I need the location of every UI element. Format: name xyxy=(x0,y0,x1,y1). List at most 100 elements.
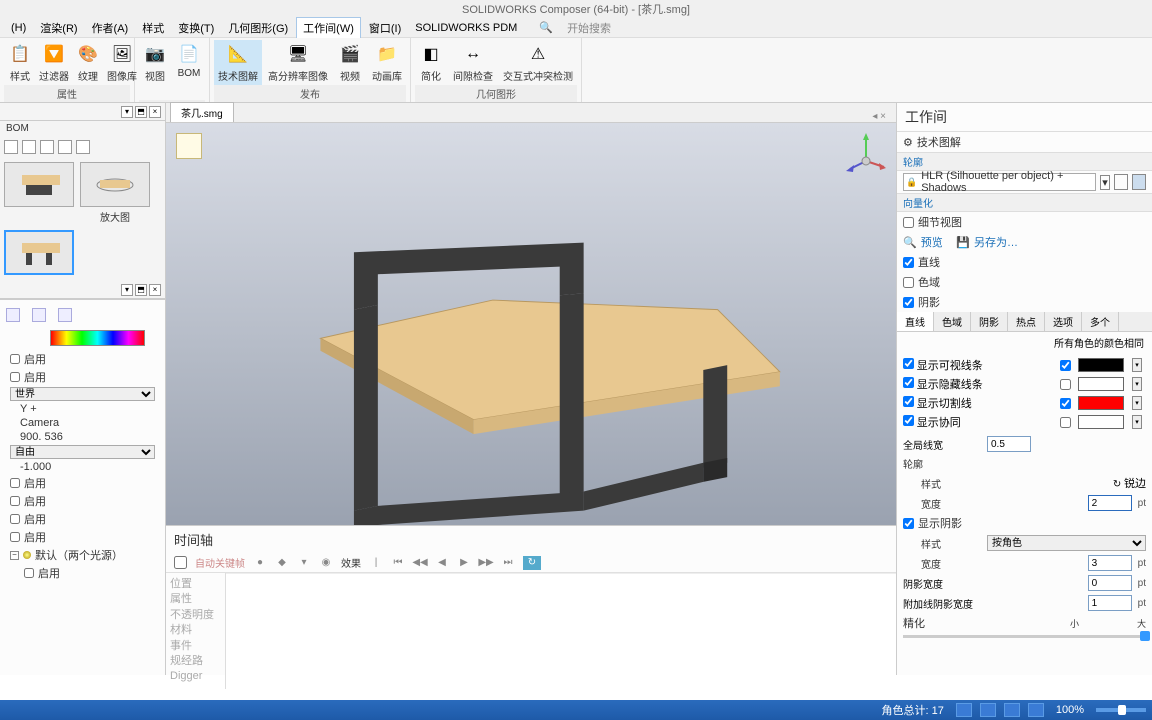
thumb-3[interactable] xyxy=(4,230,74,277)
col3[interactable] xyxy=(1078,396,1124,410)
tab-line[interactable]: 直线 xyxy=(897,312,934,331)
global-width-input[interactable] xyxy=(987,436,1031,452)
chk-c1[interactable] xyxy=(903,257,914,268)
chk-en2[interactable] xyxy=(10,372,20,382)
rb-video[interactable]: 🎬视频 xyxy=(334,40,366,85)
pin2-icon[interactable]: ▾ xyxy=(121,284,133,296)
chk-en1[interactable] xyxy=(10,354,20,364)
menu-geometry[interactable]: 几何图形(G) xyxy=(222,18,294,38)
status-zoom[interactable]: 100% xyxy=(1052,704,1088,716)
rb-style[interactable]: 📋样式 xyxy=(4,40,36,85)
sc4[interactable] xyxy=(1060,417,1071,428)
rb-collision[interactable]: ⚠交互式冲突检测 xyxy=(499,40,577,85)
rb-tech[interactable]: 📐技术图解 xyxy=(214,40,262,85)
col2[interactable] xyxy=(1078,377,1124,391)
thumb-1[interactable] xyxy=(4,162,74,224)
viewport[interactable] xyxy=(166,123,896,525)
tbtn2[interactable] xyxy=(22,140,36,154)
unpin-icon[interactable]: ⬒ xyxy=(135,106,147,118)
chk-g3[interactable] xyxy=(903,396,914,407)
style2-sel[interactable]: 按角色 xyxy=(987,535,1146,551)
chk-c3[interactable] xyxy=(903,297,914,308)
chk-ssh[interactable] xyxy=(903,518,914,529)
chk-g2[interactable] xyxy=(903,377,914,388)
sel-world[interactable]: 世界 xyxy=(10,387,155,401)
search-placeholder[interactable]: 开始搜索 xyxy=(561,18,617,38)
tl-b2[interactable]: ◆ xyxy=(275,556,289,570)
refine-slider[interactable] xyxy=(903,635,1146,638)
ck2[interactable] xyxy=(10,496,20,506)
sel-free[interactable]: 自由 xyxy=(10,445,155,459)
menu-window[interactable]: 窗口(I) xyxy=(363,18,407,38)
dd4[interactable]: ▾ xyxy=(1132,415,1142,429)
tab-color[interactable]: 色域 xyxy=(934,312,971,331)
zoom-slider[interactable] xyxy=(1096,708,1146,712)
ck1[interactable] xyxy=(10,478,20,488)
rb-filter[interactable]: 🔽过滤器 xyxy=(38,40,70,85)
tab-more[interactable]: 多个 xyxy=(1082,312,1119,331)
rb-hires[interactable]: 🖥高分辨率图像 xyxy=(264,40,332,85)
rb-clearance[interactable]: ↔间隙检查 xyxy=(449,40,497,85)
tab-shadow[interactable]: 阴影 xyxy=(971,312,1008,331)
ck4[interactable] xyxy=(10,532,20,542)
tl-loop[interactable]: ↻ xyxy=(523,556,541,570)
sc3[interactable] xyxy=(1060,398,1071,409)
chk-g1[interactable] xyxy=(903,358,914,369)
sb-i2[interactable] xyxy=(980,703,996,717)
sb-i3[interactable] xyxy=(1004,703,1020,717)
dd3[interactable]: ▾ xyxy=(1132,396,1142,410)
search-icon[interactable]: 🔍 xyxy=(533,19,559,36)
tbtn3[interactable] xyxy=(40,140,54,154)
width-input[interactable] xyxy=(1088,495,1132,511)
close-icon[interactable]: × xyxy=(149,106,161,118)
tl-last[interactable]: ⏭ xyxy=(501,556,515,570)
doc-close-icon[interactable]: ◂ × xyxy=(872,111,892,122)
rb-view[interactable]: 📷视图 xyxy=(139,40,171,100)
tab-hot[interactable]: 热点 xyxy=(1008,312,1045,331)
rb-animlib[interactable]: 📁动画库 xyxy=(368,40,406,85)
ck3[interactable] xyxy=(10,514,20,524)
tl-b4[interactable]: ◉ xyxy=(319,556,333,570)
menu-style[interactable]: 样式 xyxy=(136,18,170,38)
menu-render[interactable]: 渲染(R) xyxy=(34,18,83,38)
menu-h[interactable]: (H) xyxy=(5,20,32,36)
tl-back[interactable]: ◀ xyxy=(435,556,449,570)
close2-icon[interactable]: × xyxy=(149,284,161,296)
dd1[interactable]: ▾ xyxy=(1132,358,1142,372)
rb-simplify[interactable]: ◧简化 xyxy=(415,40,447,85)
tl-prev[interactable]: ◀◀ xyxy=(413,556,427,570)
tbtn4[interactable] xyxy=(58,140,72,154)
sb-i1[interactable] xyxy=(956,703,972,717)
ck-light[interactable] xyxy=(24,568,34,578)
chk-g4[interactable] xyxy=(903,415,914,426)
vp-mode-icon[interactable] xyxy=(176,133,202,159)
tl-auto-chk[interactable] xyxy=(174,556,187,569)
doc-tab[interactable]: 茶几.smg xyxy=(170,102,234,122)
tl-play[interactable]: ▶ xyxy=(457,556,471,570)
lt1[interactable] xyxy=(6,308,20,322)
tl-first[interactable]: ⏮ xyxy=(391,556,405,570)
sb-i4[interactable] xyxy=(1028,703,1044,717)
tl-track[interactable] xyxy=(226,573,896,689)
col1[interactable] xyxy=(1078,358,1124,372)
lt3[interactable] xyxy=(58,308,72,322)
lt2[interactable] xyxy=(32,308,46,322)
tbtn1[interactable] xyxy=(4,140,18,154)
tab-opt[interactable]: 选项 xyxy=(1045,312,1082,331)
rb-texture[interactable]: 🎨纹理 xyxy=(72,40,104,85)
sc1[interactable] xyxy=(1060,360,1071,371)
menu-workshop[interactable]: 工作间(W) xyxy=(296,17,361,38)
menu-transform[interactable]: 变换(T) xyxy=(172,18,220,38)
attachw-input[interactable] xyxy=(1088,595,1132,611)
tree-toggle[interactable]: − xyxy=(10,551,19,560)
sc2[interactable] xyxy=(1060,379,1071,390)
thumb-2[interactable]: 放大图 xyxy=(80,162,150,224)
rb-bom[interactable]: 📄BOM xyxy=(173,40,205,100)
color-gradient[interactable] xyxy=(50,330,145,346)
width2-input[interactable] xyxy=(1088,555,1132,571)
tl-b1[interactable]: ● xyxy=(253,556,267,570)
unpin2-icon[interactable]: ⬒ xyxy=(135,284,147,296)
tbtn5[interactable] xyxy=(76,140,90,154)
tl-b3[interactable]: ▾ xyxy=(297,556,311,570)
dd-icon[interactable]: ▾ xyxy=(1100,175,1110,190)
